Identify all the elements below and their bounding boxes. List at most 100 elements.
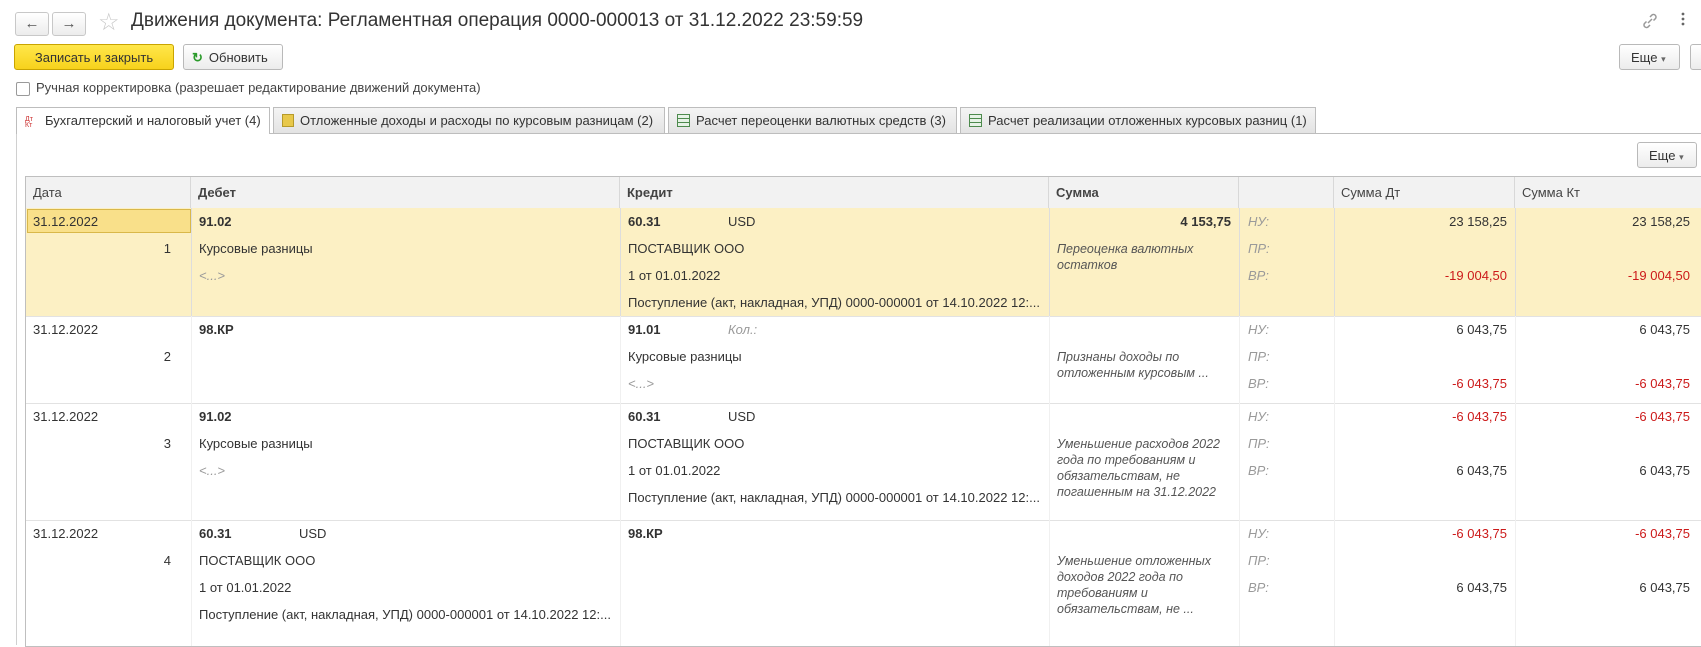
accounting-kind-label: ПР: bbox=[1248, 553, 1270, 568]
table-row[interactable]: 31.12.2022 4 60.31 USD ПОСТАВЩИК ООО 1 от 01.… bbox=[26, 520, 1701, 646]
sum-cell: 4 153,75 bbox=[1180, 214, 1231, 229]
link-icon[interactable] bbox=[1641, 12, 1659, 33]
movements-table[interactable]: Дата Дебет Кредит Сумма Сумма Дт Сумма К… bbox=[25, 176, 1701, 647]
grid-more-button[interactable]: Еще ▾ bbox=[1637, 142, 1697, 168]
comment-cell: Переоценка валютных остатков bbox=[1057, 242, 1194, 272]
forward-button[interactable]: → bbox=[52, 12, 86, 36]
chevron-down-icon: ▾ bbox=[1679, 152, 1684, 162]
column-header-debit[interactable]: Дебет bbox=[191, 177, 620, 208]
save-and-close-button[interactable]: Записать и закрыть bbox=[14, 44, 174, 70]
table-row[interactable]: 31.12.2022 1 91.02 Курсовые разницы <...> 60.… bbox=[26, 208, 1701, 317]
column-header-credit[interactable]: Кредит bbox=[620, 177, 1049, 208]
tab-label: Расчет реализации отложенных курсовых ра… bbox=[988, 113, 1307, 128]
favorite-star-icon[interactable]: ☆ bbox=[98, 8, 120, 37]
date-cell: 31.12.2022 bbox=[33, 409, 99, 424]
date-cell: 31.12.2022 bbox=[33, 322, 99, 337]
table-row[interactable]: 31.12.2022 2 98.КР 91.01 Кол.: Курсовые разни… bbox=[26, 316, 1701, 404]
accounting-kind-label: ВР: bbox=[1248, 376, 1269, 391]
column-header-date[interactable]: Дата bbox=[26, 177, 191, 208]
debit-subconto-1: Курсовые разницы bbox=[199, 436, 313, 451]
sum-dt-cell: 6 043,75 bbox=[1456, 580, 1507, 595]
tab-label: Отложенные доходы и расходы по курсовым … bbox=[300, 113, 654, 128]
manual-correction-checkbox[interactable] bbox=[16, 82, 30, 96]
column-divider bbox=[1049, 403, 1050, 520]
debit-account: 60.31 bbox=[199, 526, 232, 541]
credit-account: 60.31 bbox=[628, 214, 661, 229]
manual-correction-label: Ручная корректировка (разрешает редактир… bbox=[36, 80, 481, 95]
column-header-sum[interactable]: Сумма bbox=[1049, 177, 1239, 208]
tab-realization[interactable]: Расчет реализации отложенных курсовых ра… bbox=[960, 107, 1316, 133]
comment-cell: Уменьшение отложенных доходов 2022 года … bbox=[1057, 554, 1211, 616]
table-icon bbox=[969, 114, 982, 127]
tab-deferred[interactable]: Отложенные доходы и расходы по курсовым … bbox=[273, 107, 665, 133]
more-button[interactable]: Еще ▾ bbox=[1619, 44, 1680, 70]
credit-account: 98.КР bbox=[628, 526, 663, 541]
accounting-kind-label: ПР: bbox=[1248, 436, 1270, 451]
refresh-label: Обновить bbox=[208, 50, 268, 65]
refresh-button[interactable]: ↻ Обновить bbox=[183, 44, 283, 70]
grid-more-label: Еще bbox=[1649, 148, 1676, 163]
column-divider bbox=[620, 208, 621, 316]
accounting-kind-label: НУ: bbox=[1248, 409, 1270, 424]
dt-kt-icon: Дт Кт bbox=[25, 116, 33, 129]
debit-subconto-2: <...> bbox=[199, 268, 226, 283]
accounting-kind-label: ПР: bbox=[1248, 349, 1270, 364]
sum-kt-cell: 6 043,75 bbox=[1639, 463, 1690, 478]
debit-subconto-1: ПОСТАВЩИК ООО bbox=[199, 553, 316, 568]
accounting-kind-label: НУ: bbox=[1248, 322, 1270, 337]
register-icon bbox=[282, 114, 294, 127]
column-header-kind[interactable] bbox=[1239, 177, 1334, 208]
sum-kt-cell: 23 158,25 bbox=[1632, 214, 1690, 229]
comment-cell: Уменьшение расходов 2022 года по требова… bbox=[1057, 437, 1221, 499]
column-divider bbox=[1049, 316, 1050, 403]
credit-subconto-3: Поступление (акт, накладная, УПД) 0000-0… bbox=[628, 490, 1040, 505]
comment-cell: Признаны доходы по отложенным курсовым .… bbox=[1057, 350, 1209, 380]
debit-subconto-3: Поступление (акт, накладная, УПД) 0000-0… bbox=[199, 607, 611, 622]
credit-subconto-2: 1 от 01.01.2022 bbox=[628, 463, 721, 478]
help-button[interactable] bbox=[1690, 44, 1701, 70]
column-divider bbox=[620, 403, 621, 520]
chevron-down-icon: ▾ bbox=[1661, 54, 1666, 64]
sum-dt-cell: -6 043,75 bbox=[1452, 376, 1507, 391]
more-vertical-icon[interactable] bbox=[1680, 10, 1686, 31]
row-number: 3 bbox=[163, 436, 171, 451]
column-divider bbox=[620, 316, 621, 403]
credit-subconto-3: Поступление (акт, накладная, УПД) 0000-0… bbox=[628, 295, 1040, 310]
table-icon bbox=[677, 114, 690, 127]
credit-extra: USD bbox=[728, 409, 756, 424]
panel-border bbox=[16, 133, 17, 645]
credit-extra: USD bbox=[728, 214, 756, 229]
table-row[interactable]: 31.12.2022 3 91.02 Курсовые разницы <...> 60.… bbox=[26, 403, 1701, 521]
debit-account: 98.КР bbox=[199, 322, 234, 337]
credit-subconto-2: 1 от 01.01.2022 bbox=[628, 268, 721, 283]
debit-account: 91.02 bbox=[199, 409, 232, 424]
back-arrow-icon: ← bbox=[24, 15, 40, 32]
column-header-sum-dt[interactable]: Сумма Дт bbox=[1334, 177, 1515, 208]
column-divider bbox=[191, 403, 192, 520]
tab-accounting[interactable]: Дт Кт Бухгалтерский и налоговый учет (4) bbox=[16, 107, 270, 134]
credit-subconto-1: Курсовые разницы bbox=[628, 349, 742, 364]
column-divider bbox=[1049, 520, 1050, 646]
sum-dt-cell: -6 043,75 bbox=[1452, 409, 1507, 424]
row-number: 2 bbox=[163, 349, 171, 364]
credit-extra: Кол.: bbox=[728, 322, 758, 337]
column-divider bbox=[620, 520, 621, 646]
column-header-sum-kt[interactable]: Сумма Кт bbox=[1515, 177, 1701, 208]
column-divider bbox=[1239, 520, 1240, 646]
window-title: Движения документа: Регламентная операци… bbox=[131, 10, 864, 31]
debit-subconto-2: <...> bbox=[199, 463, 226, 478]
column-divider bbox=[191, 520, 192, 646]
sum-kt-cell: -19 004,50 bbox=[1627, 268, 1690, 283]
sum-kt-cell: 6 043,75 bbox=[1639, 580, 1690, 595]
forward-arrow-icon: → bbox=[61, 15, 77, 32]
refresh-icon: ↻ bbox=[192, 50, 203, 65]
tab-label: Бухгалтерский и налоговый учет (4) bbox=[45, 113, 261, 128]
column-divider bbox=[191, 208, 192, 316]
tab-revaluation[interactable]: Расчет переоценки валютных средств (3) bbox=[668, 107, 957, 133]
debit-subconto-1: Курсовые разницы bbox=[199, 241, 313, 256]
tab-label: Расчет переоценки валютных средств (3) bbox=[696, 113, 946, 128]
row-number: 1 bbox=[163, 241, 171, 256]
back-button[interactable]: ← bbox=[15, 12, 49, 36]
sum-kt-cell: -6 043,75 bbox=[1635, 526, 1690, 541]
sum-dt-cell: 23 158,25 bbox=[1449, 214, 1507, 229]
